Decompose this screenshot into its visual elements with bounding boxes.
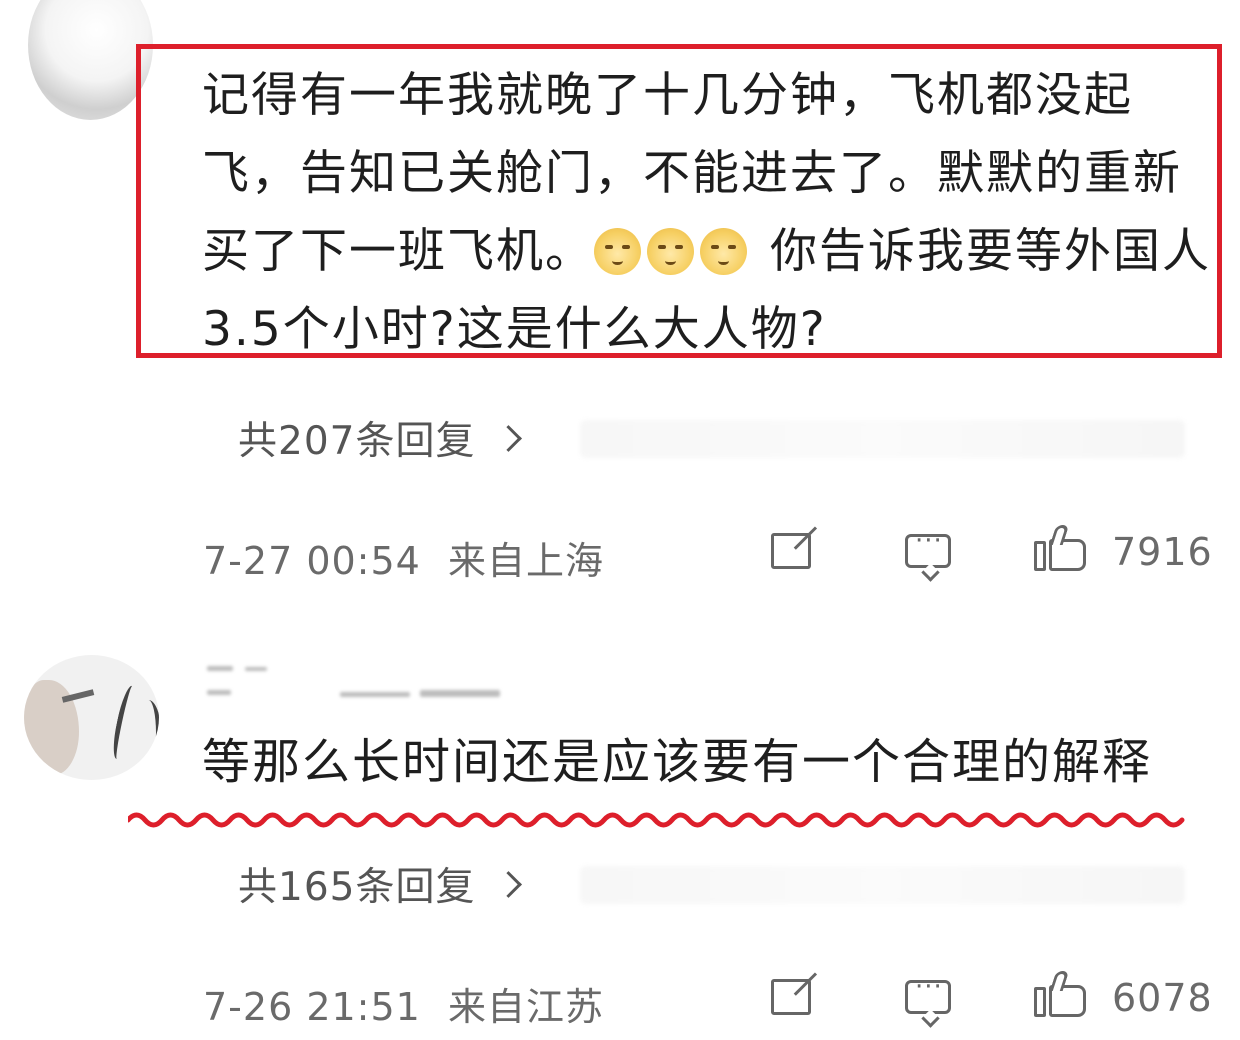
chevron-right-icon: [495, 424, 523, 452]
doge-emoji-icon: [594, 228, 641, 275]
avatar[interactable]: [24, 655, 159, 780]
comment-text: 等那么长时间还是应该要有一个合理的解释: [202, 734, 1153, 790]
blurred-reply-preview: [580, 866, 1185, 904]
chevron-right-icon: [495, 870, 523, 898]
doge-emoji-icon: [647, 228, 694, 275]
reply-count: 共165条回复: [238, 865, 476, 910]
like-icon[interactable]: [1034, 525, 1088, 571]
location: 来自上海: [447, 539, 604, 583]
blurred-reply-preview: [580, 420, 1185, 458]
avatar[interactable]: [28, 0, 153, 120]
comment-text: 记得有一年我就晚了十几分钟，飞机都没起飞，告知已关舱门，不能进去了。默默的重新买…: [202, 57, 1214, 369]
blurred-username[interactable]: [205, 662, 505, 700]
view-replies-link[interactable]: 共165条回复: [238, 856, 523, 912]
timestamp: 7-27 00:54: [203, 539, 421, 583]
red-wavy-underline: [128, 812, 1185, 828]
share-icon[interactable]: [771, 533, 811, 569]
like-count: 6078: [1112, 976, 1213, 1020]
comment-icon[interactable]: [905, 972, 951, 1014]
like-count: 7916: [1112, 530, 1213, 574]
timestamp: 7-26 21:51: [203, 985, 421, 1029]
comment-meta: 7-26 21:51 来自江苏: [203, 976, 604, 1031]
comment-icon[interactable]: [905, 526, 951, 568]
view-replies-link[interactable]: 共207条回复: [238, 410, 523, 466]
share-icon[interactable]: [771, 979, 811, 1015]
reply-count: 共207条回复: [238, 419, 476, 464]
location: 来自江苏: [447, 985, 604, 1029]
doge-emoji-icon: [700, 228, 747, 275]
comment-meta: 7-27 00:54 来自上海: [203, 530, 604, 585]
like-icon[interactable]: [1034, 971, 1088, 1017]
